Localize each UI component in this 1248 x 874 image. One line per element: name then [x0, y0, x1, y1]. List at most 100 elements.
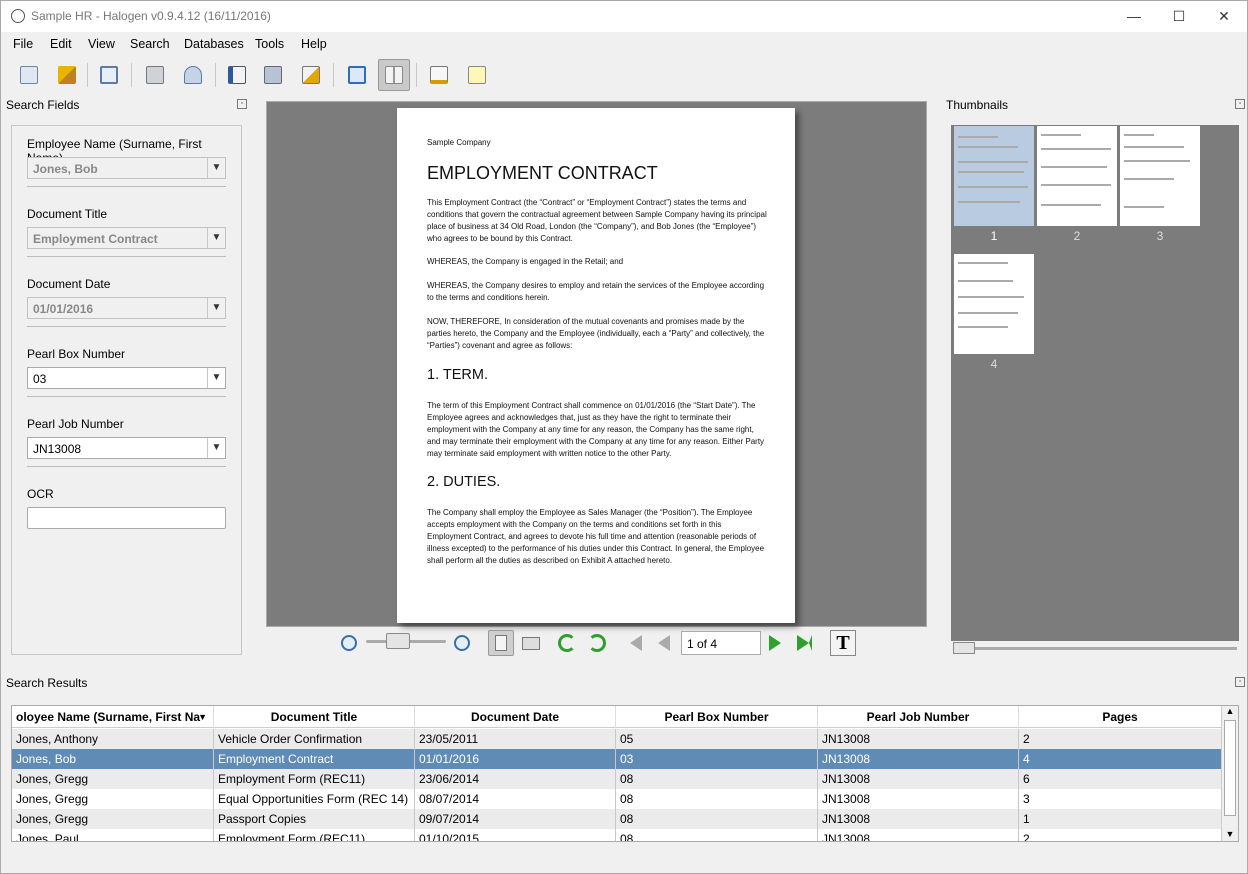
broom-icon[interactable] [51, 59, 83, 91]
pages-icon[interactable] [257, 59, 289, 91]
cell-pearl-job: JN13008 [818, 729, 1019, 749]
maximize-button[interactable]: ☐ [1156, 5, 1202, 27]
menu-edit[interactable]: Edit [50, 37, 72, 51]
scan-icon[interactable] [177, 59, 209, 91]
thumbnail-number: 1 [990, 229, 998, 243]
sort-arrow-icon: ▼ [198, 712, 207, 722]
thumbnail-page[interactable] [954, 126, 1034, 226]
menu-help[interactable]: Help [301, 37, 327, 51]
minimize-button[interactable]: — [1111, 5, 1157, 27]
toolbar-separator [333, 63, 334, 87]
scroll-down-icon[interactable]: ▼ [1222, 829, 1238, 839]
cell-pages: 3 [1019, 789, 1222, 809]
scroll-thumb[interactable] [1224, 720, 1236, 816]
zoom-out-icon[interactable] [336, 630, 362, 656]
chevron-down-icon[interactable]: ▼ [207, 368, 225, 388]
magnifier-doc-icon[interactable] [13, 59, 45, 91]
document-date-value: 01/01/2016 [33, 302, 94, 316]
menu-file[interactable]: File [13, 37, 33, 51]
column-header-pages[interactable]: Pages [1019, 706, 1222, 728]
column-header-pearl-box[interactable]: Pearl Box Number [616, 706, 818, 728]
next-page-icon[interactable] [762, 630, 788, 656]
thumbnail-scrollbar[interactable] [951, 641, 1239, 655]
rotate-left-icon[interactable] [554, 630, 580, 656]
column-header-employee-name[interactable]: oloyee Name (Surname, First Na ▼ [12, 706, 214, 728]
column-header-document-title[interactable]: Document Title [214, 706, 415, 728]
menu-databases[interactable]: Databases [184, 37, 244, 51]
page-indicator-input[interactable]: 1 of 4 [681, 631, 761, 655]
fullscreen-icon[interactable] [341, 59, 373, 91]
bookmark-icon[interactable] [221, 59, 253, 91]
sticky-note-icon[interactable] [461, 59, 493, 91]
table-row[interactable]: Jones, Paul Employment Form (REC11) 01/10/… [12, 829, 1222, 841]
first-page-icon[interactable] [623, 630, 649, 656]
tree-icon[interactable] [93, 59, 125, 91]
column-header-pearl-job[interactable]: Pearl Job Number [818, 706, 1019, 728]
pearl-job-label: Pearl Job Number [27, 417, 124, 431]
doc-paragraph: NOW, THEREFORE, In consideration of the … [427, 317, 765, 350]
menu-search[interactable]: Search [130, 37, 170, 51]
thumbnail-number: 3 [1156, 229, 1164, 243]
last-page-icon[interactable] [791, 630, 817, 656]
table-row[interactable]: Jones, Anthony Vehicle Order Confirmation… [12, 729, 1222, 749]
cell-pearl-box: 05 [616, 729, 818, 749]
text-layer-icon[interactable]: T [830, 630, 856, 656]
thumb-line [1124, 160, 1190, 162]
column-header-document-date[interactable]: Document Date [415, 706, 616, 728]
float-panel-icon[interactable]: ▫ [1235, 677, 1245, 687]
cell-pearl-job: JN13008 [818, 829, 1019, 841]
single-page-icon[interactable] [488, 630, 514, 656]
rotate-right-icon[interactable] [584, 630, 610, 656]
thumbnail-number: 2 [1073, 229, 1081, 243]
document-viewer[interactable]: Sample Company EMPLOYMENT CONTRACT This … [266, 101, 927, 627]
float-panel-icon[interactable]: ▫ [1235, 99, 1245, 109]
thumbnail-page[interactable] [1037, 126, 1117, 226]
pearl-box-combo[interactable]: 03 ▼ [27, 367, 226, 389]
clear-icon[interactable] [295, 59, 327, 91]
close-button[interactable]: ✕ [1201, 5, 1247, 27]
zoom-in-icon[interactable] [449, 630, 475, 656]
table-row[interactable]: Jones, Gregg Passport Copies 09/07/2014 08 J… [12, 809, 1222, 829]
menu-view[interactable]: View [88, 37, 115, 51]
doc-paragraph: WHEREAS, the Company desires to employ a… [427, 281, 765, 302]
cell-document-date: 23/06/2014 [415, 769, 616, 789]
cell-document-title: Passport Copies [214, 809, 415, 829]
employee-name-combo[interactable]: Jones, Bob ▼ [27, 157, 226, 179]
thumbnail-page[interactable] [1120, 126, 1200, 226]
table-row[interactable]: Jones, Bob Employment Contract 01/01/2016 0… [12, 749, 1222, 769]
print-icon[interactable] [139, 59, 171, 91]
table-row[interactable]: Jones, Gregg Equal Opportunities Form (RE… [12, 789, 1222, 809]
thumbnail-scroll-track[interactable] [953, 647, 1237, 650]
thumb-line [958, 201, 1020, 203]
scroll-up-icon[interactable]: ▲ [1222, 706, 1238, 716]
menu-tools[interactable]: Tools [255, 37, 284, 51]
thumbnails-header: Thumbnails [946, 98, 1009, 112]
pearl-job-combo[interactable]: JN13008 ▼ [27, 437, 226, 459]
table-row[interactable]: Jones, Gregg Employment Form (REC11) 23/06… [12, 769, 1222, 789]
two-page-icon[interactable] [378, 59, 410, 91]
search-fields-header: Search Fields [6, 98, 80, 112]
document-date-combo[interactable]: 01/01/2016 ▼ [27, 297, 226, 319]
thumbnail-page[interactable] [954, 254, 1034, 354]
chevron-down-icon[interactable]: ▼ [207, 158, 225, 178]
results-scrollbar[interactable]: ▲ ▼ [1221, 706, 1238, 841]
chevron-down-icon[interactable]: ▼ [207, 228, 225, 248]
thumbnail-scroll-handle[interactable] [953, 642, 975, 654]
float-panel-icon[interactable]: ▫ [237, 99, 247, 109]
document-title-combo[interactable]: Employment Contract ▼ [27, 227, 226, 249]
thumb-line [1124, 206, 1164, 208]
cell-pearl-box: 08 [616, 789, 818, 809]
cell-employee-name: Jones, Gregg [12, 789, 214, 809]
previous-page-icon[interactable] [651, 630, 677, 656]
ocr-input[interactable] [27, 507, 226, 529]
fit-width-icon[interactable] [518, 630, 544, 656]
edit-note-icon[interactable] [423, 59, 455, 91]
doc-paragraph: This Employment Contract (the “Contract”… [427, 198, 767, 243]
zoom-slider-handle[interactable] [385, 633, 410, 649]
thumb-line [958, 280, 1013, 282]
thumb-line [958, 296, 1024, 298]
thumb-line [1124, 134, 1154, 136]
doc-section-duties: 2. DUTIES. [427, 474, 501, 490]
chevron-down-icon[interactable]: ▼ [207, 438, 225, 458]
chevron-down-icon[interactable]: ▼ [207, 298, 225, 318]
